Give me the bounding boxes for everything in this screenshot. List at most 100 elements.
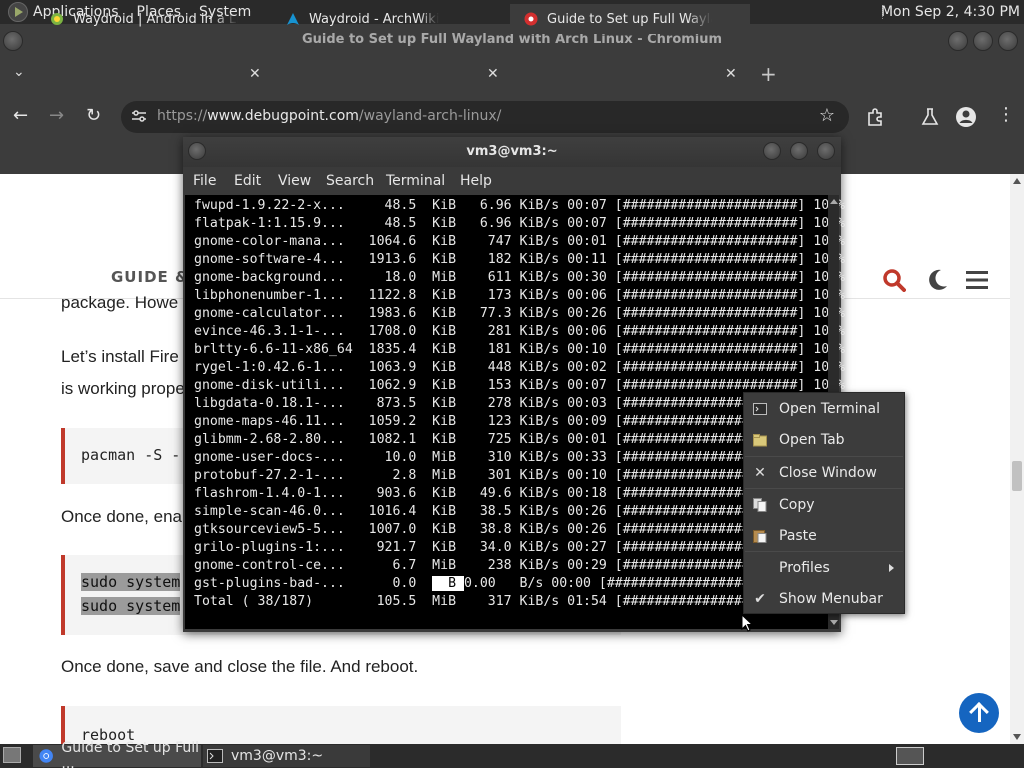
terminal-line: glibmm-2.68-2.80... 1082.1 KiB 725 KiB/s… (194, 432, 782, 447)
tab-close-icon[interactable]: ✕ (725, 66, 737, 82)
paragraph-text: package. Howe (61, 293, 179, 312)
check-icon: ✔ (754, 591, 766, 607)
menu-edit[interactable]: Edit (234, 173, 261, 189)
paragraph-text: Once done, save and close the file. And … (61, 657, 419, 676)
terminal-line: Total ( 38/187) 105.5 MiB 317 KiB/s 01:5… (194, 594, 766, 609)
terminal-line: protobuf-27.2-1-... 2.8 MiB 301 KiB/s 00… (194, 468, 782, 483)
paragraph-text: is working prope (61, 379, 185, 398)
window-menu-button[interactable] (3, 31, 23, 51)
code-line: sudo system (81, 573, 181, 591)
terminal-window-menu-button[interactable] (188, 142, 206, 160)
menu-item-show-menubar[interactable]: ✔ Show Menubar (744, 585, 904, 613)
terminal-line: flashrom-1.4.0-1... 903.6 KiB 49.6 KiB/s… (194, 486, 782, 501)
scroll-down-arrow-icon[interactable] (830, 620, 838, 625)
terminal-screen[interactable]: fwupd-1.9.22-2-x... 48.5 KiB 6.96 KiB/s … (185, 195, 845, 629)
workspace-switcher[interactable] (896, 747, 924, 765)
terminal-close-button[interactable] (817, 142, 835, 160)
tab-waydroid[interactable]: Waydroid | Android in a Linux container (50, 4, 240, 34)
menu-item-profiles[interactable]: Profiles (744, 554, 904, 582)
extensions-puzzle-icon[interactable] (866, 107, 886, 127)
scrollbar-thumb[interactable] (1012, 461, 1022, 491)
code-block-reboot[interactable]: reboot (61, 706, 621, 744)
menu-search[interactable]: Search (326, 173, 374, 189)
reload-icon[interactable]: ↻ (86, 105, 101, 126)
menu-item-paste[interactable]: Paste (744, 522, 904, 550)
menu-view[interactable]: View (278, 173, 311, 189)
tab-search-chevron-icon[interactable]: ⌄ (13, 64, 25, 80)
labs-flask-icon[interactable] (920, 107, 940, 127)
terminal-line: gnome-user-docs-... 10.0 MiB 310 KiB/s 0… (194, 450, 782, 465)
terminal-title: vm3@vm3:~ (466, 144, 558, 159)
dark-mode-moon-icon[interactable] (925, 268, 949, 292)
tab-title: Waydroid - ArchWiki (309, 11, 440, 27)
code-line: sudo system (81, 597, 181, 615)
terminal-line-active: gst-plugins-bad-... 0.0 B 0.00 B/s 00:00… (194, 576, 766, 591)
tab-active-guide[interactable]: Guide to Set up Full Wayland with Arch L… (510, 4, 750, 34)
tab-title: Waydroid | Android in a Linux container (73, 11, 238, 27)
terminal-line: grilo-plugins-1:... 921.7 KiB 34.0 KiB/s… (194, 540, 782, 555)
terminal-menubar: File Edit View Search Terminal Help (183, 167, 841, 195)
archlinux-favicon-icon (287, 13, 299, 25)
kebab-menu-icon[interactable]: ⋮ (997, 104, 1015, 125)
paste-icon (753, 530, 767, 543)
scroll-up-arrow-icon[interactable] (830, 199, 838, 204)
site-nav-guide-link[interactable]: GUIDE & (111, 268, 189, 286)
submenu-arrow-icon (889, 564, 894, 572)
debugpoint-favicon-icon (524, 12, 538, 26)
back-arrow-icon[interactable]: ← (13, 105, 28, 126)
terminal-line: rygel-1:0.42.6-1... 1063.9 KiB 448 KiB/s… (194, 360, 846, 375)
forward-arrow-icon[interactable]: → (49, 105, 64, 126)
page-scrollbar[interactable] (1010, 174, 1024, 744)
maximize-button[interactable] (973, 31, 993, 51)
address-bar[interactable]: https://www.debugpoint.com/wayland-arch-… (121, 101, 849, 133)
terminal-line: gnome-background... 18.0 MiB 611 KiB/s 0… (194, 270, 846, 285)
scroll-down-arrow-icon[interactable] (1013, 734, 1021, 740)
bookmark-star-icon[interactable]: ☆ (819, 105, 835, 126)
url-text[interactable]: https://www.debugpoint.com/wayland-arch-… (157, 108, 501, 124)
menu-terminal[interactable]: Terminal (386, 173, 445, 189)
tab-title: Guide to Set up Full Wayland with Arch L… (547, 11, 712, 27)
task-chromium[interactable]: Guide to Set up Full ... (33, 740, 201, 768)
distro-logo-icon[interactable] (8, 2, 28, 22)
close-window-button[interactable] (998, 31, 1018, 51)
new-tab-button[interactable]: + (760, 62, 777, 86)
close-icon: ✕ (754, 465, 766, 481)
chromium-icon (39, 749, 53, 763)
mouse-pointer-icon (741, 614, 753, 632)
terminal-icon (753, 403, 767, 415)
waydroid-favicon-icon (51, 13, 63, 25)
tab-archwiki[interactable]: Waydroid - ArchWiki (286, 4, 476, 34)
scroll-to-top-button[interactable] (959, 693, 999, 733)
terminal-line: gtksourceview5-5... 1007.0 KiB 38.8 KiB/… (194, 522, 782, 537)
terminal-maximize-button[interactable] (790, 142, 808, 160)
menu-item-open-terminal[interactable]: Open Terminal (744, 395, 904, 423)
menu-item-close-window[interactable]: ✕ Close Window (744, 459, 904, 487)
menu-item-open-tab[interactable]: Open Tab (744, 426, 904, 454)
hamburger-menu-icon[interactable] (966, 270, 988, 290)
copy-icon (753, 498, 767, 512)
terminal-minimize-button[interactable] (763, 142, 781, 160)
terminal-titlebar[interactable]: vm3@vm3:~ (183, 137, 841, 167)
terminal-line: libgdata-0.18.1-... 873.5 KiB 278 KiB/s … (194, 396, 782, 411)
search-icon[interactable] (882, 268, 906, 292)
show-desktop-icon[interactable] (3, 747, 21, 763)
task-terminal[interactable]: vm3@vm3:~ (203, 745, 370, 767)
profile-avatar-icon[interactable] (955, 106, 977, 128)
tab-close-icon[interactable]: ✕ (249, 66, 261, 82)
scroll-up-arrow-icon[interactable] (1013, 178, 1021, 184)
terminal-line: gnome-software-4... 1913.6 KiB 182 KiB/s… (194, 252, 846, 267)
paragraph-text: Once done, ena (61, 507, 182, 526)
tab-close-icon[interactable]: ✕ (487, 66, 499, 82)
menu-help[interactable]: Help (460, 173, 492, 189)
terminal-line: evince-46.3.1-1-... 1708.0 KiB 281 KiB/s… (194, 324, 846, 339)
menu-file[interactable]: File (193, 173, 216, 189)
site-info-icon[interactable] (131, 108, 147, 124)
terminal-line: gnome-color-mana... 1064.6 KiB 747 KiB/s… (194, 234, 846, 249)
terminal-line: simple-scan-46.0... 1016.4 KiB 38.5 KiB/… (194, 504, 782, 519)
clock[interactable]: Mon Sep 2, 4:30 PM (881, 4, 1020, 20)
menu-separator (745, 551, 903, 552)
menu-item-copy[interactable]: Copy (744, 491, 904, 519)
terminal-cursor: B (432, 576, 464, 591)
minimize-button[interactable] (948, 31, 968, 51)
terminal-line: gnome-calculator... 1983.6 KiB 77.3 KiB/… (194, 306, 846, 321)
